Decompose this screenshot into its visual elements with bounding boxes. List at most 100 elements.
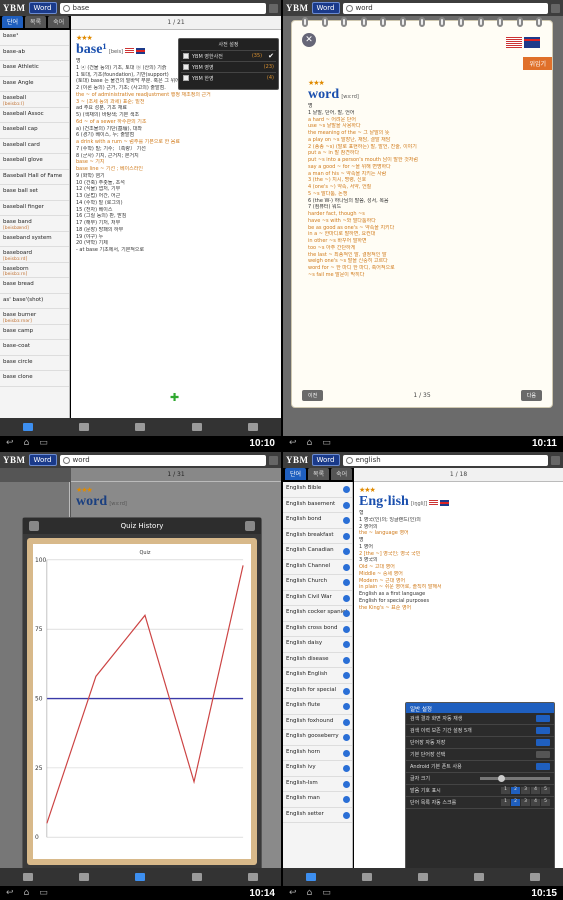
mode-selector[interactable]: Word: [311, 2, 340, 14]
list-item[interactable]: English daisy: [283, 637, 352, 653]
nav-search-icon[interactable]: [306, 873, 316, 881]
nav-settings-icon[interactable]: [530, 873, 540, 881]
number-option[interactable]: 2: [511, 787, 520, 794]
list-item[interactable]: English ivy: [283, 761, 352, 777]
nav-wordbook-icon[interactable]: [135, 423, 146, 431]
list-item[interactable]: baseball cap: [0, 123, 69, 139]
recents-icon[interactable]: ▭: [39, 888, 48, 898]
list-item[interactable]: English setter: [283, 808, 352, 823]
number-selector[interactable]: 12345: [501, 787, 550, 794]
settings-row[interactable]: 검색 이력 보존 기간 설정 5개: [406, 725, 554, 737]
list-item[interactable]: Baseball Hall of Fame: [0, 170, 69, 185]
list-item[interactable]: baseband system: [0, 232, 69, 247]
list-item[interactable]: baseboard [beisbɔːrd]: [0, 247, 69, 263]
nav-quiz-icon[interactable]: [474, 873, 484, 881]
list-item[interactable]: English horn: [283, 746, 352, 761]
speaker-icon[interactable]: [343, 734, 350, 741]
list-item[interactable]: base burner [beisbɜːrnər]: [0, 309, 69, 325]
next-button[interactable]: 다음: [520, 390, 542, 401]
toggle-switch[interactable]: [536, 751, 550, 758]
tab-1[interactable]: 단어: [285, 468, 307, 480]
list-item[interactable]: baseball finger: [0, 201, 69, 216]
nav-search-icon[interactable]: [23, 423, 34, 431]
nav-quiz-icon[interactable]: [191, 423, 202, 431]
nav-history-icon[interactable]: [362, 873, 372, 881]
speaker-icon[interactable]: [343, 501, 350, 509]
home-icon[interactable]: ⌂: [24, 438, 30, 448]
us-flag-icon[interactable]: [429, 500, 439, 506]
list-item[interactable]: English flute: [283, 699, 352, 715]
list-item[interactable]: English-Ism: [283, 777, 352, 792]
back-icon[interactable]: ↩: [6, 438, 14, 448]
tab-1[interactable]: 단어: [2, 16, 24, 28]
settings-row[interactable]: 검색 결과 화면 자동 재생: [406, 713, 554, 725]
speaker-icon[interactable]: [343, 718, 350, 726]
home-icon[interactable]: ⌂: [307, 438, 313, 448]
home-icon[interactable]: ⌂: [24, 888, 30, 898]
menu-icon[interactable]: [551, 3, 560, 13]
settings-row[interactable]: 단어장 자동 저장: [406, 737, 554, 749]
speaker-icon[interactable]: [343, 563, 350, 571]
list-item[interactable]: base camp: [0, 325, 69, 340]
list-item[interactable]: English foxhound: [283, 715, 352, 730]
list-item[interactable]: base Angle: [0, 77, 69, 92]
list-item[interactable]: base ball set: [0, 185, 69, 201]
number-option[interactable]: 2: [511, 799, 520, 806]
checkbox[interactable]: [183, 75, 189, 81]
list-item[interactable]: English man: [283, 792, 352, 808]
list-item[interactable]: as' base'(shot): [0, 294, 69, 309]
list-item[interactable]: base-coat: [0, 340, 69, 356]
back-icon[interactable]: ↩: [6, 888, 14, 898]
toggle-switch[interactable]: [536, 739, 550, 746]
number-option[interactable]: 5: [541, 799, 550, 806]
nav-history-icon[interactable]: [79, 873, 90, 881]
back-icon[interactable]: ↩: [289, 888, 297, 898]
toggle-switch[interactable]: [536, 763, 550, 770]
list-item[interactable]: baseball [beisbɔːl]: [0, 92, 69, 108]
speaker-icon[interactable]: [343, 749, 350, 757]
settings-row[interactable]: Android 기본 폰트 사용: [406, 761, 554, 773]
nav-history-icon[interactable]: [79, 423, 90, 431]
speaker-icon[interactable]: [343, 641, 350, 648]
list-item[interactable]: English disease: [283, 653, 352, 668]
nav-settings-icon[interactable]: [247, 873, 258, 881]
speaker-icon[interactable]: [343, 548, 350, 555]
menu-icon[interactable]: [269, 455, 278, 465]
uk-flag-icon[interactable]: [440, 500, 450, 506]
uk-flag-icon[interactable]: [136, 48, 146, 54]
list-item[interactable]: English English: [283, 668, 352, 684]
speaker-icon[interactable]: [343, 594, 350, 602]
list-item[interactable]: baseball card: [0, 139, 69, 154]
list-item[interactable]: baseball glove: [0, 154, 69, 170]
word-list[interactable]: English Bible English basement English bon…: [283, 482, 353, 868]
recents-icon[interactable]: ▭: [39, 438, 48, 448]
tab-2[interactable]: 목록: [25, 16, 47, 28]
nav-search-icon[interactable]: [23, 873, 34, 881]
nav-settings-icon[interactable]: [247, 423, 258, 431]
add-wordbook-icon[interactable]: ✚: [170, 392, 180, 403]
speaker-icon[interactable]: [343, 672, 350, 679]
speaker-icon[interactable]: [343, 811, 350, 819]
number-option[interactable]: 3: [521, 799, 530, 806]
search-input[interactable]: word: [59, 454, 266, 466]
list-item[interactable]: English Church: [283, 575, 352, 591]
toggle-switch[interactable]: [536, 715, 550, 722]
delete-icon[interactable]: [245, 521, 255, 531]
us-flag-icon[interactable]: [506, 37, 522, 48]
number-option[interactable]: 5: [541, 787, 550, 794]
list-item[interactable]: English cocker spaniel: [283, 606, 352, 622]
dictionary-option[interactable]: YBM 영영 (23): [181, 61, 276, 72]
dictionary-option[interactable]: YBM 영한사전 (35) ✔: [181, 50, 276, 61]
home-icon[interactable]: ⌂: [307, 888, 313, 898]
toggle-switch[interactable]: [536, 727, 550, 734]
recents-icon[interactable]: ▭: [322, 888, 331, 898]
nav-quiz-icon[interactable]: [135, 873, 146, 881]
list-item[interactable]: base bread: [0, 278, 69, 294]
number-option[interactable]: 3: [521, 787, 530, 794]
memo-ribbon[interactable]: 위임기: [523, 57, 552, 70]
speaker-icon[interactable]: [343, 687, 350, 695]
list-item[interactable]: base¹: [0, 30, 69, 46]
settings-row[interactable]: 단어 목록 자동 스크롤 1 2 3 4 5: [406, 797, 554, 809]
list-item[interactable]: English Bible: [283, 482, 352, 498]
number-option[interactable]: 1: [501, 799, 510, 806]
